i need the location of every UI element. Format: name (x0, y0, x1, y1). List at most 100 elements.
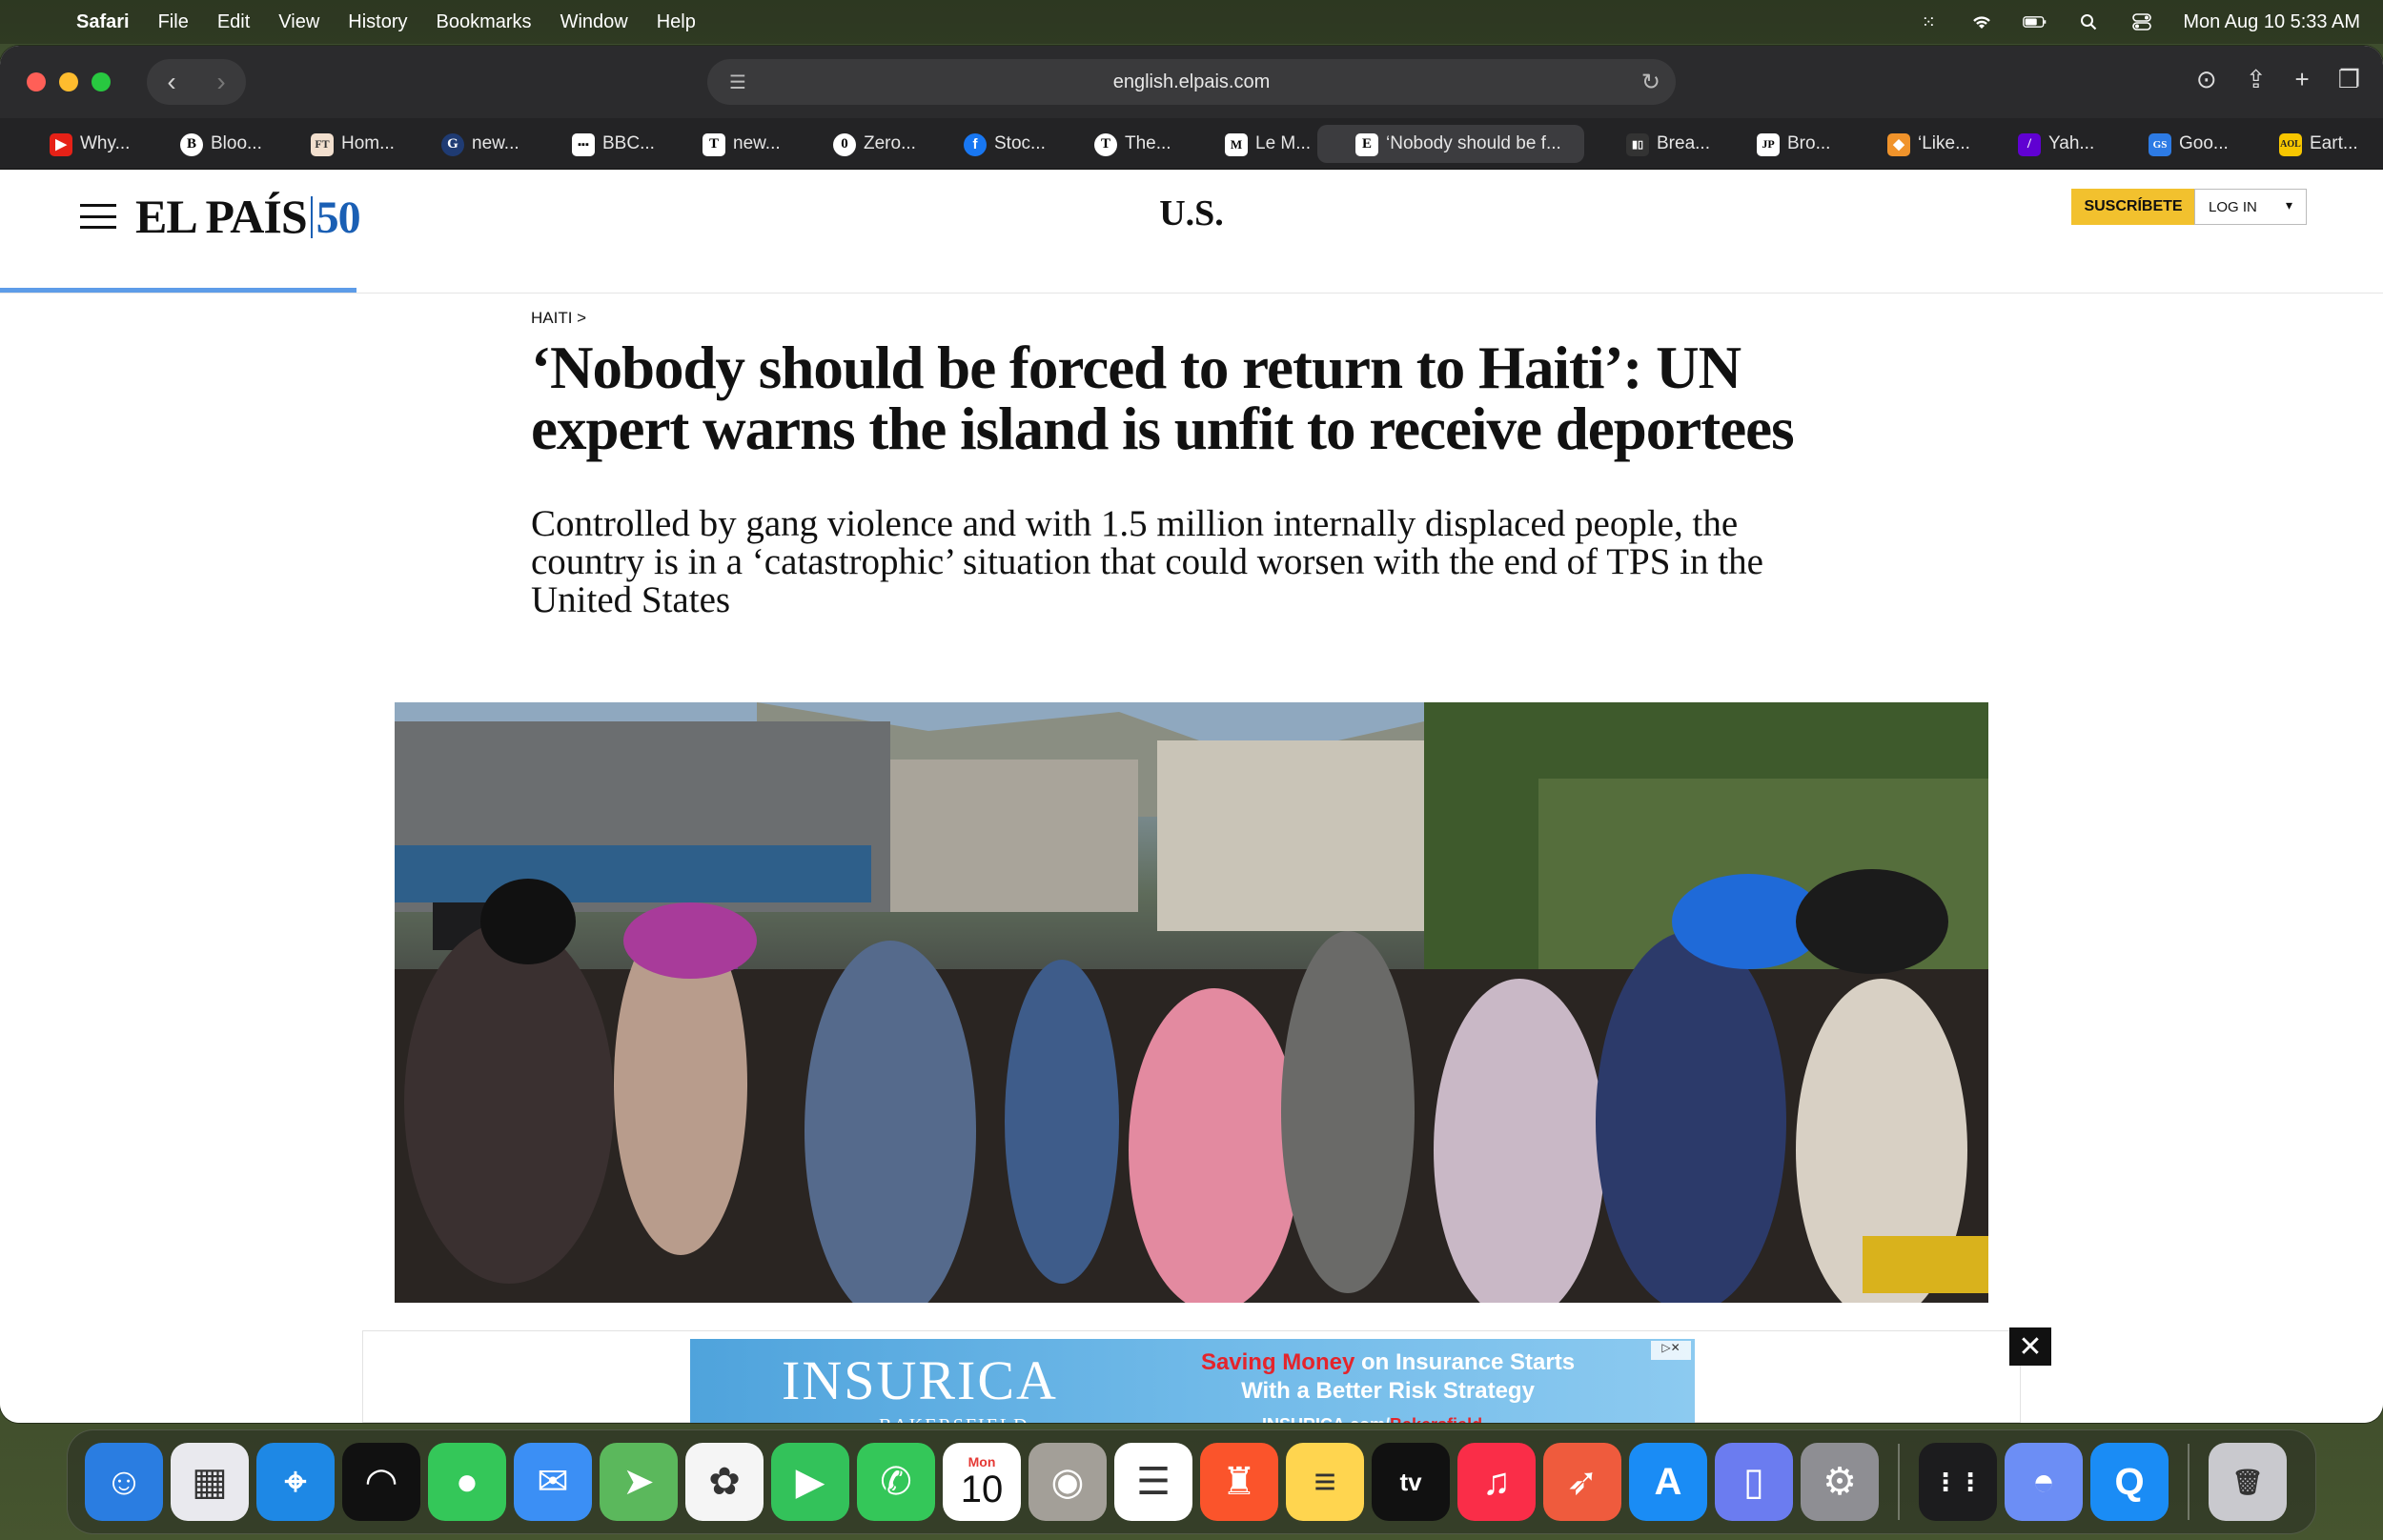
tab-yahoo[interactable]: / Yah... (1980, 125, 2107, 163)
tab-lemonde[interactable]: M Le M... (1187, 125, 1314, 163)
article-lead-photo (395, 702, 1988, 1303)
tab-bloomberg[interactable]: B Bloo... (142, 125, 269, 163)
menu-app-name[interactable]: Safari (76, 11, 130, 33)
edition-label[interactable]: U.S. (0, 192, 2383, 234)
safari-icon[interactable]: ⌖ (256, 1443, 335, 1521)
tab-why[interactable]: ▶ Why... (11, 125, 138, 163)
new-tab-icon[interactable]: + (2295, 65, 2310, 94)
tab-stocks[interactable]: f Stoc... (926, 125, 1052, 163)
battery-icon[interactable] (2023, 12, 2047, 31)
calendar-day: 10 (960, 1469, 1004, 1510)
zerohedge-icon: 0 (833, 132, 856, 156)
t-icon: T (703, 132, 725, 156)
bloomberg-icon: B (180, 132, 203, 156)
login-button[interactable]: LOG IN ▾ (2194, 189, 2307, 225)
dock-separator (2188, 1444, 2190, 1520)
facetime-icon[interactable]: ▶ (771, 1443, 849, 1521)
tab-like[interactable]: ◆ ‘Like... (1849, 125, 1976, 163)
minimize-window-button[interactable] (59, 72, 78, 91)
safari-window: ‹ › ☰ english.elpais.com ↻ ⊙ ⇪ + ❐ ▶ Why.… (0, 46, 2383, 1423)
menu-file[interactable]: File (158, 11, 189, 33)
menu-edit[interactable]: Edit (217, 11, 250, 33)
page-menu-icon[interactable]: ☰ (723, 67, 753, 97)
close-window-button[interactable] (27, 72, 46, 91)
spotlight-search-icon[interactable] (2076, 12, 2101, 31)
share-icon[interactable]: ⇪ (2246, 65, 2267, 94)
crowd-street-scene (395, 702, 1988, 1303)
tab-t[interactable]: Tnew... (664, 125, 791, 163)
ad-url: INSURICA.com/Bakersfield (1262, 1415, 1482, 1423)
control-center-icon[interactable] (2129, 12, 2154, 31)
photos-icon[interactable]: ✿ (685, 1443, 764, 1521)
brave-icon[interactable]: ♜ (1200, 1443, 1278, 1521)
reload-icon[interactable]: ↻ (1641, 69, 1660, 96)
tab-elpais-active[interactable]: E ‘Nobody should be f... (1317, 124, 1584, 163)
ad-brand-location: BAKERSFIELD (879, 1415, 1029, 1423)
dock: ☺ ▦ ⌖ ◠ ● ✉ ➤ ✿ ▶ ✆ Mon 10 ◉ ☰ ♜ ≡ tv ♫ ➶ A ▯ ⚙ ⋮⋮ ◓ Q 🗑 (67, 1429, 2316, 1534)
bluetooth-app-icon[interactable]: ◓ (2005, 1443, 2083, 1521)
tab-nyt[interactable]: T The... (1056, 125, 1183, 163)
browser-toolbar: ‹ › ☰ english.elpais.com ↻ ⊙ ⇪ + ❐ (0, 46, 2383, 118)
back-arrow-icon[interactable]: ‹ (167, 67, 175, 97)
g-icon: G (441, 132, 464, 156)
finder-icon[interactable]: ☺ (85, 1443, 163, 1521)
menu-bookmarks[interactable]: Bookmarks (437, 11, 532, 33)
article-header: HAITI > ‘Nobody should be forced to retu… (531, 309, 1884, 619)
menu-window[interactable]: Window (560, 11, 628, 33)
tab-g[interactable]: Gnew... (403, 125, 530, 163)
ad-choices-icon[interactable]: ▷✕ (1651, 1341, 1691, 1360)
music-icon[interactable]: ♫ (1457, 1443, 1536, 1521)
tab-zerohedge[interactable]: 0 Zero... (795, 125, 922, 163)
tab-ft[interactable]: FT Hom... (273, 125, 399, 163)
ad-brand-name: INSURICA (782, 1349, 1058, 1411)
phone-icon[interactable]: ✆ (857, 1443, 935, 1521)
notes-icon[interactable]: ≡ (1286, 1443, 1364, 1521)
close-ad-button[interactable]: ✕ (2009, 1327, 2051, 1366)
downloads-icon[interactable]: ⊙ (2196, 65, 2217, 94)
zoom-window-button[interactable] (92, 72, 111, 91)
address-bar[interactable]: ☰ english.elpais.com ↻ (707, 59, 1676, 105)
tab-google[interactable]: GS Goo... (2110, 125, 2237, 163)
yahoo-icon: / (2018, 132, 2041, 156)
dock-separator (1898, 1444, 1900, 1520)
appletv-icon[interactable]: tv (1372, 1443, 1450, 1521)
caret-down-icon: ▾ (2285, 197, 2292, 213)
forward-arrow-icon[interactable]: › (216, 67, 225, 97)
menu-help[interactable]: Help (657, 11, 696, 33)
calendar-month: Mon (967, 1454, 996, 1469)
calendar-icon[interactable]: Mon 10 (943, 1443, 1021, 1521)
web-page: EL PAÍS 50 U.S. SUSCRÍBETE LOG IN ▾ HAITI… (0, 170, 2383, 1423)
news-icon: ▮▯ (1626, 132, 1649, 156)
signal-icon[interactable]: ◠ (342, 1443, 420, 1521)
dots-grid-icon[interactable]: ⁙ (1916, 12, 1941, 31)
menu-history[interactable]: History (348, 11, 407, 33)
launchpad-icon[interactable]: ▦ (171, 1443, 249, 1521)
tab-jp[interactable]: JP Bro... (1719, 125, 1845, 163)
simulator-icon[interactable]: ▯ (1715, 1443, 1793, 1521)
insurica-ad[interactable]: INSURICA BAKERSFIELD Saving Money on Ins… (690, 1339, 1695, 1423)
tab-bbc[interactable]: ▪▪▪ BBC... (534, 125, 661, 163)
wifi-icon[interactable] (1969, 12, 1994, 31)
reminders-icon[interactable]: ☰ (1114, 1443, 1192, 1521)
settings-icon[interactable]: ⚙ (1801, 1443, 1879, 1521)
menu-bar: Safari File Edit View History Bookmarks … (0, 0, 2383, 44)
q-app-icon[interactable]: Q (2090, 1443, 2169, 1521)
subscribe-button[interactable]: SUSCRÍBETE (2071, 189, 2195, 225)
tab-earth[interactable]: AOL Eart... (2241, 125, 2368, 163)
apps-grid-icon[interactable]: ⋮⋮ (1919, 1443, 1997, 1521)
menu-clock[interactable]: Mon Aug 10 5:33 AM (2183, 11, 2360, 33)
rocket-icon[interactable]: ➶ (1543, 1443, 1621, 1521)
appstore-icon[interactable]: A (1629, 1443, 1707, 1521)
address-bar-url: english.elpais.com (1112, 71, 1271, 92)
contacts-icon[interactable]: ◉ (1029, 1443, 1107, 1521)
menu-view[interactable]: View (278, 11, 319, 33)
trash-icon[interactable]: 🗑 (2209, 1443, 2287, 1521)
maps-icon[interactable]: ➤ (600, 1443, 678, 1521)
tab-overview-icon[interactable]: ❐ (2338, 65, 2360, 94)
tab-breaking[interactable]: ▮▯ Brea... (1588, 125, 1715, 163)
nav-buttons: ‹ › (147, 59, 246, 105)
messages-icon[interactable]: ● (428, 1443, 506, 1521)
mail-icon[interactable]: ✉ (514, 1443, 592, 1521)
ad-headline: Saving Money on Insurance Starts With a … (1200, 1349, 1576, 1404)
section-kicker[interactable]: HAITI > (531, 309, 1884, 328)
